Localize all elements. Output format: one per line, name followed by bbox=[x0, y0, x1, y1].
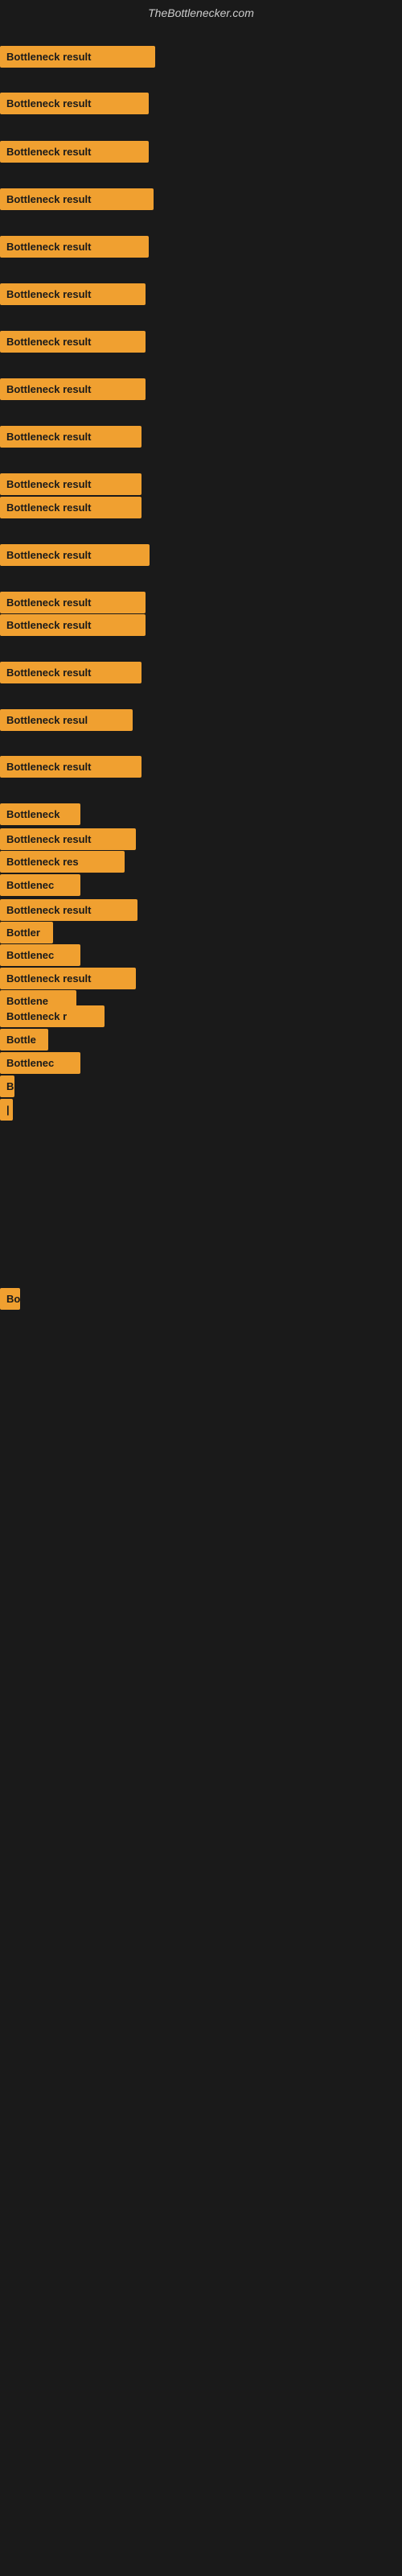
bottleneck-result-item[interactable]: Bottleneck result bbox=[0, 473, 142, 495]
bottleneck-result-item[interactable]: Bottlenec bbox=[0, 874, 80, 896]
bottleneck-result-item[interactable]: Bottleneck bbox=[0, 803, 80, 825]
bottleneck-result-item[interactable]: Bottlenec bbox=[0, 1052, 80, 1074]
bottleneck-result-item[interactable]: Bottleneck result bbox=[0, 899, 137, 921]
bottleneck-result-item[interactable]: Bottleneck result bbox=[0, 592, 146, 613]
bottleneck-result-item[interactable]: Bottleneck r bbox=[0, 1005, 105, 1027]
bottleneck-result-item[interactable]: Bottleneck result bbox=[0, 968, 136, 989]
bottleneck-result-item[interactable]: Bottleneck result bbox=[0, 331, 146, 353]
bottleneck-result-item[interactable]: Bottleneck result bbox=[0, 46, 155, 68]
bottleneck-result-item[interactable]: Bottleneck result bbox=[0, 236, 149, 258]
bottleneck-result-item[interactable]: Bottlenec bbox=[0, 944, 80, 966]
bottleneck-result-item[interactable]: Bottleneck result bbox=[0, 497, 142, 518]
bottleneck-result-item[interactable]: Bottleneck resul bbox=[0, 709, 133, 731]
bottleneck-result-item[interactable]: Bottleneck result bbox=[0, 93, 149, 114]
bottleneck-result-item[interactable]: | bbox=[0, 1099, 13, 1121]
bottleneck-result-item[interactable]: Bottleneck result bbox=[0, 188, 154, 210]
bottleneck-result-item[interactable]: Bottleneck result bbox=[0, 378, 146, 400]
bottleneck-result-item[interactable]: B bbox=[0, 1075, 14, 1097]
bottleneck-result-item[interactable]: Bottleneck res bbox=[0, 851, 125, 873]
bottleneck-result-item[interactable]: Bottleneck result bbox=[0, 141, 149, 163]
bottleneck-result-item[interactable]: Bottleneck result bbox=[0, 828, 136, 850]
bottleneck-result-item[interactable]: Bottleneck result bbox=[0, 756, 142, 778]
bottleneck-result-item[interactable]: Bottleneck result bbox=[0, 283, 146, 305]
bottleneck-result-item[interactable]: Bottleneck result bbox=[0, 544, 150, 566]
site-title: TheBottlenecker.com bbox=[0, 0, 402, 26]
bottleneck-result-item[interactable]: Bottleneck result bbox=[0, 614, 146, 636]
bottleneck-result-item[interactable]: Bottleneck result bbox=[0, 662, 142, 683]
bottleneck-result-item[interactable]: Bottler bbox=[0, 922, 53, 943]
bottleneck-result-item[interactable]: Bo bbox=[0, 1288, 20, 1310]
bottleneck-result-item[interactable]: Bottle bbox=[0, 1029, 48, 1051]
bottleneck-result-item[interactable]: Bottleneck result bbox=[0, 426, 142, 448]
